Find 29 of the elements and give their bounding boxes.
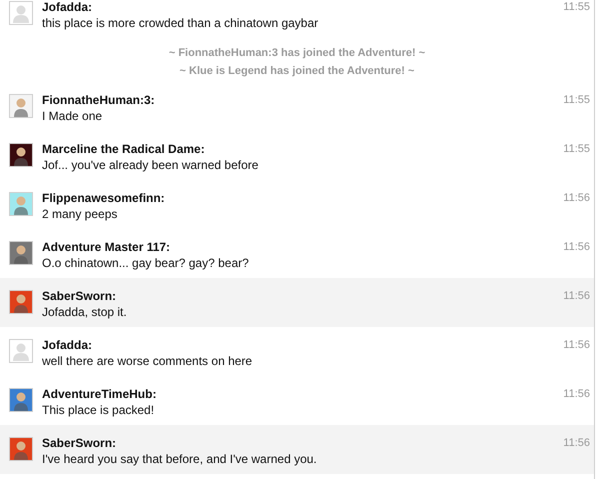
username: Adventure Master 117: bbox=[42, 240, 172, 255]
message-text: This place is packed! bbox=[42, 402, 156, 418]
timestamp: 11:56 bbox=[563, 289, 590, 304]
username: Flippenawesomefinn: bbox=[42, 191, 166, 206]
username: Jofadda: bbox=[42, 0, 94, 15]
message-text: 2 many peeps bbox=[42, 206, 118, 222]
username: SaberSworn: bbox=[42, 289, 118, 304]
username: SaberSworn: bbox=[42, 436, 118, 451]
message-text: I Made one bbox=[42, 108, 104, 124]
timestamp: 11:56 bbox=[563, 387, 590, 402]
username: Jofadda: bbox=[42, 338, 94, 353]
timestamp: 11:56 bbox=[563, 191, 590, 206]
join-notice: ~ Klue is Legend has joined the Adventure! ~ bbox=[180, 64, 414, 79]
message-text: this place is more crowded than a chinatown gaybar bbox=[42, 15, 320, 31]
message-text: O.o chinatown... gay bear? gay? bear? bbox=[42, 255, 250, 271]
message-text: well there are worse comments on here bbox=[42, 353, 254, 369]
timestamp: 11:55 bbox=[563, 142, 590, 157]
timestamp: 11:55 bbox=[563, 93, 590, 108]
timestamp: 11:55 bbox=[563, 0, 590, 15]
message-text: Jof... you've already been warned before bbox=[42, 157, 260, 173]
join-notice: ~ FionnatheHuman:3 has joined the Adventure! ~ bbox=[168, 46, 426, 61]
username: Marceline the Radical Dame: bbox=[42, 142, 206, 157]
timestamp: 11:56 bbox=[563, 240, 590, 255]
message-text: I've heard you say that before, and I've warned you. bbox=[42, 451, 318, 467]
message-text: Jofadda, stop it. bbox=[42, 304, 128, 320]
username: FionnatheHuman:3: bbox=[42, 93, 156, 108]
username: AdventureTimeHub: bbox=[42, 387, 158, 402]
timestamp: 11:56 bbox=[563, 338, 590, 353]
timestamp: 11:56 bbox=[563, 436, 590, 451]
